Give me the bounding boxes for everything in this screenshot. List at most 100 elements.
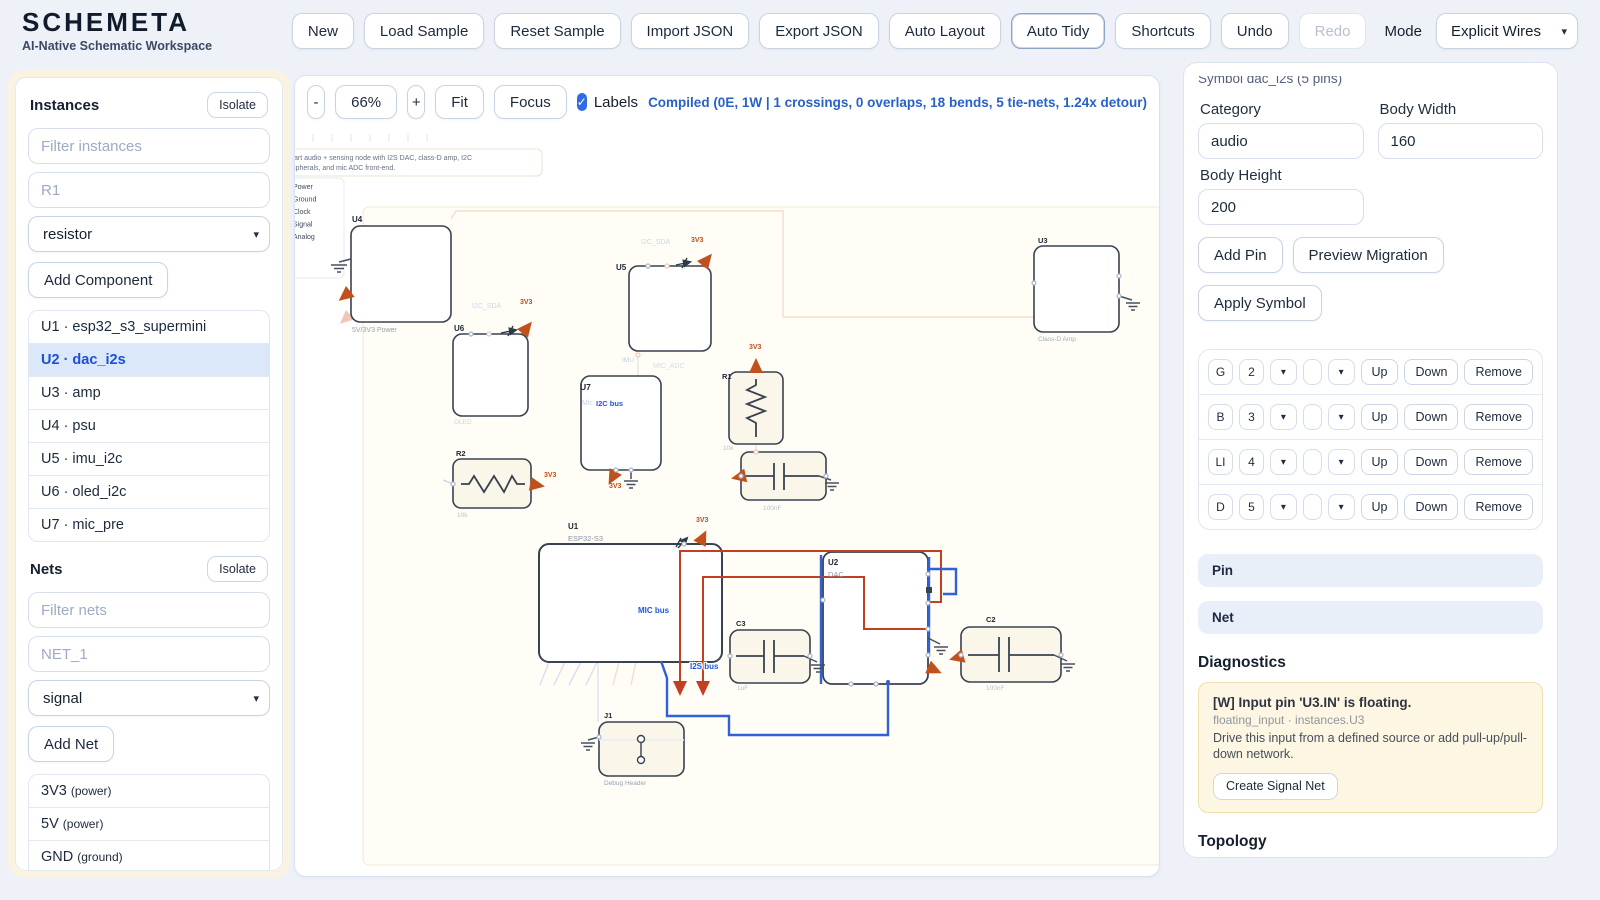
import-json-button[interactable]: Import JSON bbox=[631, 13, 750, 49]
net-name: GND bbox=[41, 849, 73, 865]
pin-up-button[interactable]: Up bbox=[1361, 449, 1399, 475]
pin-kind-select[interactable]: ▾ bbox=[1328, 359, 1355, 385]
net-type-select[interactable]: signal ▾ bbox=[28, 680, 270, 716]
pin-net-input[interactable] bbox=[1303, 404, 1322, 430]
pin-down-button[interactable]: Down bbox=[1404, 494, 1458, 520]
ref-u3: U3 bbox=[1038, 236, 1048, 245]
pin-remove-button[interactable]: Remove bbox=[1464, 359, 1533, 385]
ref-u7: U7 bbox=[580, 382, 591, 392]
filter-instances-input[interactable] bbox=[28, 128, 270, 164]
instance-item-u3[interactable]: U3 · amp bbox=[29, 376, 269, 409]
component-u1[interactable] bbox=[539, 544, 722, 662]
warning-meta: floating_input · instances.U3 bbox=[1213, 713, 1528, 727]
pin-net-input[interactable] bbox=[1303, 449, 1322, 475]
instance-item-u2[interactable]: U2 · dac_i2s bbox=[29, 343, 269, 376]
chevron-down-icon: ▾ bbox=[1561, 25, 1567, 38]
component-u3[interactable] bbox=[1034, 246, 1119, 332]
pin-up-button[interactable]: Up bbox=[1361, 494, 1399, 520]
add-pin-button[interactable]: Add Pin bbox=[1198, 237, 1283, 273]
diagnostics-title: Diagnostics bbox=[1198, 654, 1543, 672]
pin-name-input[interactable] bbox=[1208, 449, 1233, 475]
pin-name-input[interactable] bbox=[1208, 404, 1233, 430]
pin-net-input[interactable] bbox=[1303, 494, 1322, 520]
pin-down-button[interactable]: Down bbox=[1404, 359, 1458, 385]
shortcuts-button[interactable]: Shortcuts bbox=[1115, 13, 1210, 49]
zoom-in-button[interactable]: + bbox=[407, 85, 425, 119]
pin-up-button[interactable]: Up bbox=[1361, 359, 1399, 385]
category-input[interactable] bbox=[1198, 123, 1364, 159]
net-item-5v[interactable]: 5V (power) bbox=[29, 807, 269, 840]
pin-remove-button[interactable]: Remove bbox=[1464, 494, 1533, 520]
instances-isolate-button[interactable]: Isolate bbox=[207, 92, 268, 118]
component-type-select[interactable]: resistor ▾ bbox=[28, 216, 270, 252]
pin-section-bar[interactable]: Pin bbox=[1198, 554, 1543, 587]
pin-down-button[interactable]: Down bbox=[1404, 449, 1458, 475]
component-u7[interactable] bbox=[581, 376, 661, 470]
pin-number-input[interactable] bbox=[1239, 449, 1264, 475]
instance-item-u6[interactable]: U6 · oled_i2c bbox=[29, 475, 269, 508]
pin-side-select[interactable]: ▾ bbox=[1270, 449, 1297, 475]
pin-side-select[interactable]: ▾ bbox=[1270, 404, 1297, 430]
flag-3v3: 3V3 bbox=[749, 344, 762, 351]
pin-kind-select[interactable]: ▾ bbox=[1328, 494, 1355, 520]
pin-remove-button[interactable]: Remove bbox=[1464, 404, 1533, 430]
add-net-button[interactable]: Add Net bbox=[28, 726, 114, 762]
export-json-button[interactable]: Export JSON bbox=[759, 13, 879, 49]
pin-kind-select[interactable]: ▾ bbox=[1328, 449, 1355, 475]
pin-side-select[interactable]: ▾ bbox=[1270, 494, 1297, 520]
apply-symbol-button[interactable]: Apply Symbol bbox=[1198, 285, 1322, 321]
reset-sample-button[interactable]: Reset Sample bbox=[494, 13, 620, 49]
pin-number-input[interactable] bbox=[1239, 359, 1264, 385]
chevron-down-icon: ▾ bbox=[1281, 412, 1286, 423]
undo-button[interactable]: Undo bbox=[1221, 13, 1289, 49]
pin-number-input[interactable] bbox=[1239, 494, 1264, 520]
auto-layout-button[interactable]: Auto Layout bbox=[889, 13, 1001, 49]
symbol-title-clip: Symbol dac_i2s (5 pins) bbox=[1198, 76, 1543, 89]
instance-item-u5[interactable]: U5 · imu_i2c bbox=[29, 442, 269, 475]
instance-item-u7[interactable]: U7 · mic_pre bbox=[29, 508, 269, 541]
component-u6[interactable] bbox=[453, 334, 528, 416]
flag-3v3: 3V3 bbox=[520, 299, 533, 306]
pin-side-select[interactable]: ▾ bbox=[1270, 359, 1297, 385]
instance-item-u1[interactable]: U1 · esp32_s3_supermini bbox=[29, 311, 269, 343]
create-signal-net-button[interactable]: Create Signal Net bbox=[1213, 773, 1338, 800]
zoom-out-button[interactable]: - bbox=[307, 85, 325, 119]
net-item-gnd[interactable]: GND (ground) bbox=[29, 840, 269, 871]
value-r1: 10k bbox=[723, 445, 734, 452]
preview-migration-button[interactable]: Preview Migration bbox=[1293, 237, 1444, 273]
pin-up-button[interactable]: Up bbox=[1361, 404, 1399, 430]
mode-select[interactable]: Explicit Wires ▾ bbox=[1436, 13, 1578, 49]
nets-isolate-button[interactable]: Isolate bbox=[207, 556, 268, 582]
schematic-canvas[interactable]: art audio + sensing node with I2S DAC, c… bbox=[295, 123, 1159, 877]
new-net-name-input[interactable] bbox=[28, 636, 270, 672]
load-sample-button[interactable]: Load Sample bbox=[364, 13, 484, 49]
pin-number-input[interactable] bbox=[1239, 404, 1264, 430]
new-button[interactable]: New bbox=[292, 13, 354, 49]
warning-body: Drive this input from a defined source o… bbox=[1213, 730, 1528, 763]
body-height-input[interactable] bbox=[1198, 189, 1364, 225]
auto-tidy-button[interactable]: Auto Tidy bbox=[1011, 13, 1106, 49]
net-section-bar[interactable]: Net bbox=[1198, 601, 1543, 634]
add-component-button[interactable]: Add Component bbox=[28, 262, 168, 298]
component-u4[interactable] bbox=[351, 226, 451, 322]
component-u5[interactable] bbox=[629, 266, 711, 351]
instance-item-u4[interactable]: U4 · psu bbox=[29, 409, 269, 442]
body-width-input[interactable] bbox=[1378, 123, 1544, 159]
pin-remove-button[interactable]: Remove bbox=[1464, 449, 1533, 475]
hint-mic-adc: MIC_ADC bbox=[653, 363, 685, 370]
pin-kind-select[interactable]: ▾ bbox=[1328, 404, 1355, 430]
net-item-3v3[interactable]: 3V3 (power) bbox=[29, 775, 269, 807]
pin-net-input[interactable] bbox=[1303, 359, 1322, 385]
zoom-level-button[interactable]: 66% bbox=[335, 85, 397, 119]
labels-checkbox[interactable]: ✓ bbox=[577, 93, 587, 111]
new-component-ref-input[interactable] bbox=[28, 172, 270, 208]
pin-name-input[interactable] bbox=[1208, 494, 1233, 520]
focus-button[interactable]: Focus bbox=[494, 85, 567, 119]
redo-button[interactable]: Redo bbox=[1299, 13, 1367, 49]
pin-name-input[interactable] bbox=[1208, 359, 1233, 385]
fit-button[interactable]: Fit bbox=[435, 85, 484, 119]
pin-down-button[interactable]: Down bbox=[1404, 404, 1458, 430]
net-legend: Power Ground Clock Signal Analog bbox=[295, 178, 344, 278]
power-flag-icon bbox=[341, 291, 351, 299]
filter-nets-input[interactable] bbox=[28, 592, 270, 628]
